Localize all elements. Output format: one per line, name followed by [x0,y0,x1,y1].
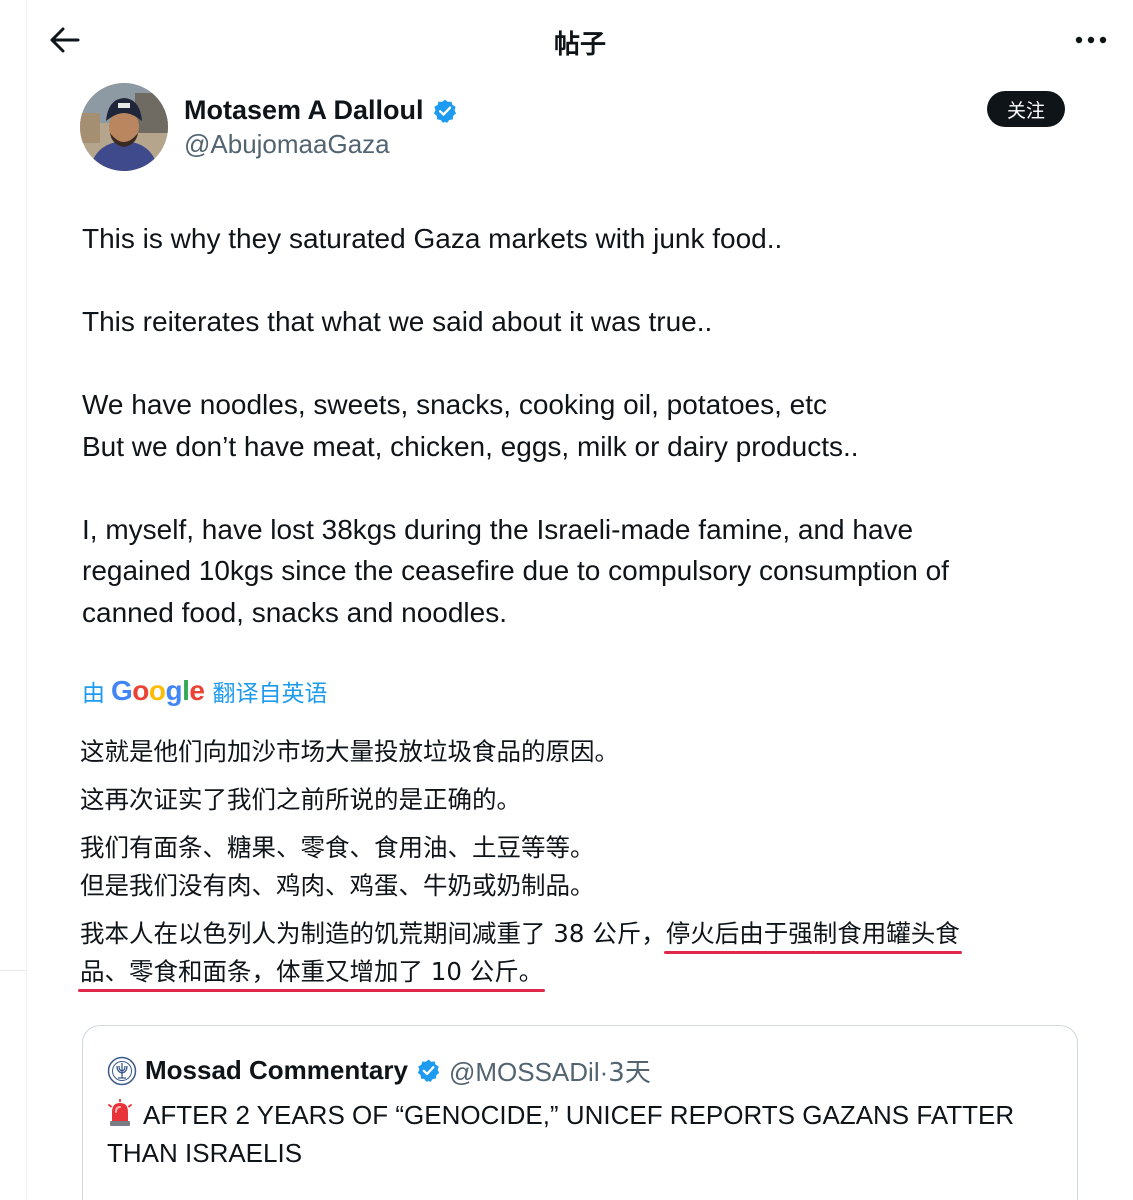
page-title: 帖子 [553,30,606,60]
post-line: This is why they saturated Gaza markets … [82,223,783,254]
translated-line: 品、零食和面条，体重又增加了 10 公斤。 [80,953,1090,991]
translation-prefix: 由 [82,681,105,707]
follow-button[interactable]: 关注 [987,91,1065,127]
translated-text: 这就是他们向加沙市场大量投放垃圾食品的原因。 这再次证实了我们之前所说的是正确的… [80,733,1090,991]
author-handle[interactable]: @AbujomaaGaza [184,129,390,160]
translated-line: 但是我们没有肉、鸡肉、鸡蛋、牛奶或奶制品。 [80,871,595,900]
more-horizontal-icon [1075,36,1107,44]
more-options-button[interactable] [1071,22,1111,58]
translation-suffix: 翻译自英语 [212,681,328,707]
post-line: regained 10kgs since the ceasefire due t… [82,555,949,586]
quoted-post[interactable]: Mossad Commentary @MOSSADil·3天 AFTER 2 Y… [82,1025,1078,1200]
highlighted-segment: 品、零食和面条，体重又增加了 10 公斤。 [80,957,544,986]
verified-badge-icon [433,99,456,123]
sidebar-divider [0,970,26,971]
post-line: I, myself, have lost 38kgs during the Is… [82,513,914,545]
translated-line: 我们有面条、糖果、零食、食用油、土豆等等。 [80,833,595,862]
mossad-emblem-icon[interactable] [107,1056,137,1086]
verified-badge-icon [417,1059,440,1082]
post-text: This is why they saturated Gaza markets … [82,218,1082,633]
post-line: We have noodles, sweets, snacks, cooking… [82,389,828,420]
translated-line: 这再次证实了我们之前所说的是正确的。 [80,785,521,814]
post-author: Motasem A Dalloul @AbujomaaGaza 关注 [80,83,1073,173]
siren-icon [108,1099,132,1126]
quoted-author-name[interactable]: Mossad Commentary [145,1055,408,1086]
google-logo: Google [111,675,205,706]
post-line: This reiterates that what we said about … [82,306,713,337]
translated-line: 我本人在以色列人为制造的饥荒期间减重了 38 公斤，停火后由于强制食用罐头食 [80,915,1090,953]
quoted-post-text: AFTER 2 YEARS OF “GENOCIDE,” UNICEF REPO… [107,1099,1015,1168]
post-line: canned food, snacks and noodles. [82,596,507,628]
quoted-author-handle: @MOSSADil·3天 [448,1057,651,1088]
author-name[interactable]: Motasem A Dalloul [184,95,458,126]
timeline-divider [26,0,27,1200]
quoted-post-header: Mossad Commentary @MOSSADil·3天 [107,1052,651,1089]
avatar[interactable] [80,83,168,171]
translated-segment: 我本人在以色列人为制造的饥荒期间减重了 38 公斤， [80,919,666,948]
translated-line: 这就是他们向加沙市场大量投放垃圾食品的原因。 [80,737,619,766]
translation-attribution[interactable]: 由 Google 翻译自英语 [82,674,327,708]
post-line: But we don’t have meat, chicken, eggs, m… [82,430,859,462]
top-bar: 帖子 [27,0,1133,80]
highlighted-segment: 停火后由于强制食用罐头食 [665,919,960,948]
